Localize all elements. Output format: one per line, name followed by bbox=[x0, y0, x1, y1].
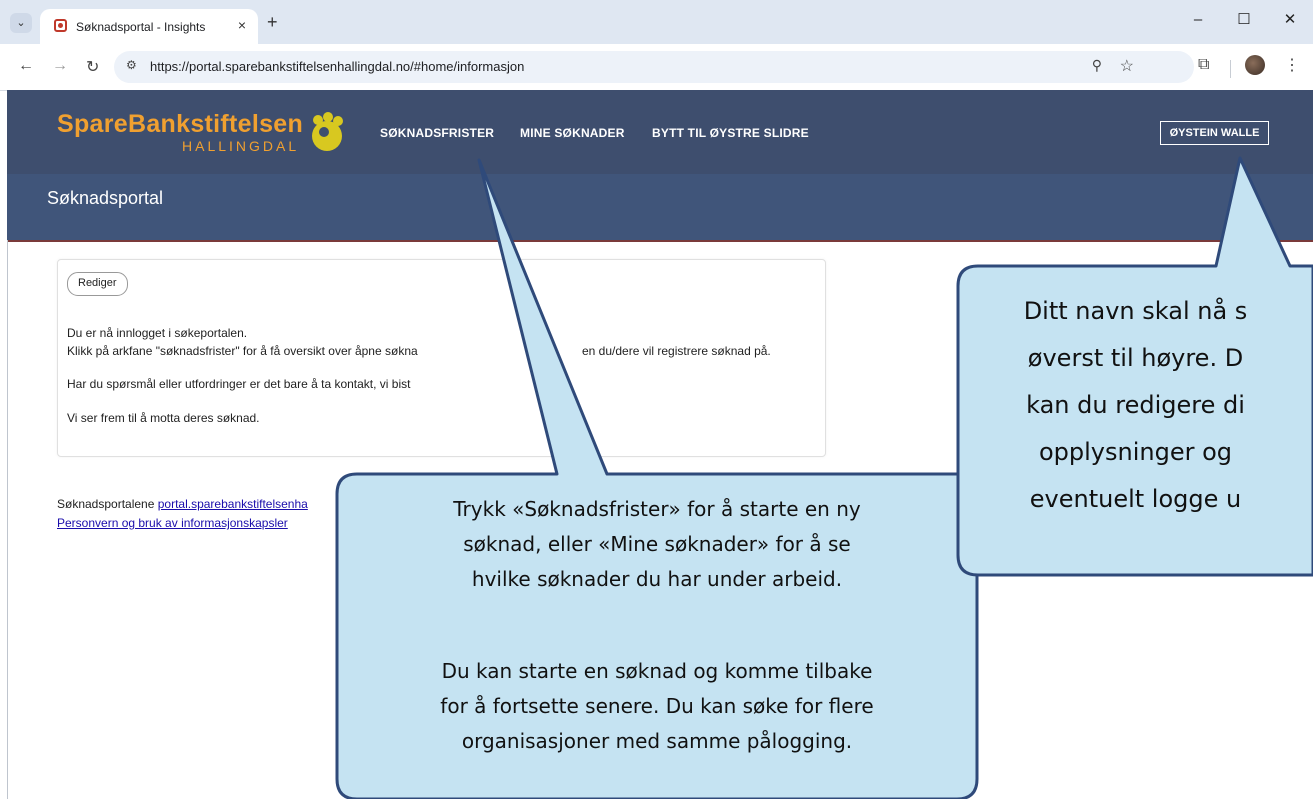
callout-line: organisasjoner med samme pålogging. bbox=[461, 729, 853, 753]
callout-line: øverst til høyre. D bbox=[1027, 344, 1244, 372]
callout-line: søknad, eller «Mine søknader» for å se bbox=[463, 532, 851, 556]
callout-line: Du kan starte en søknad og komme tilbake bbox=[441, 659, 873, 683]
callout-nav-text-1: Trykk «Søknadsfrister» for å starte en n… bbox=[337, 492, 977, 597]
callout-line: kan du redigere di bbox=[1026, 391, 1245, 419]
callout-user-text: Ditt navn skal nå s øverst til høyre. D … bbox=[958, 288, 1313, 523]
callout-line: opplysninger og bbox=[1038, 438, 1233, 466]
callout-line: Ditt navn skal nå s bbox=[1023, 297, 1248, 325]
callout-line: eventuelt logge u bbox=[1029, 485, 1242, 513]
callout-line: hvilke søknader du har under arbeid. bbox=[471, 567, 843, 591]
callout-line: Trykk «Søknadsfrister» for å starte en n… bbox=[453, 497, 861, 521]
callout-line: for å fortsette senere. Du kan søke for … bbox=[440, 694, 874, 718]
callout-nav-text-2: Du kan starte en søknad og komme tilbake… bbox=[337, 654, 977, 759]
